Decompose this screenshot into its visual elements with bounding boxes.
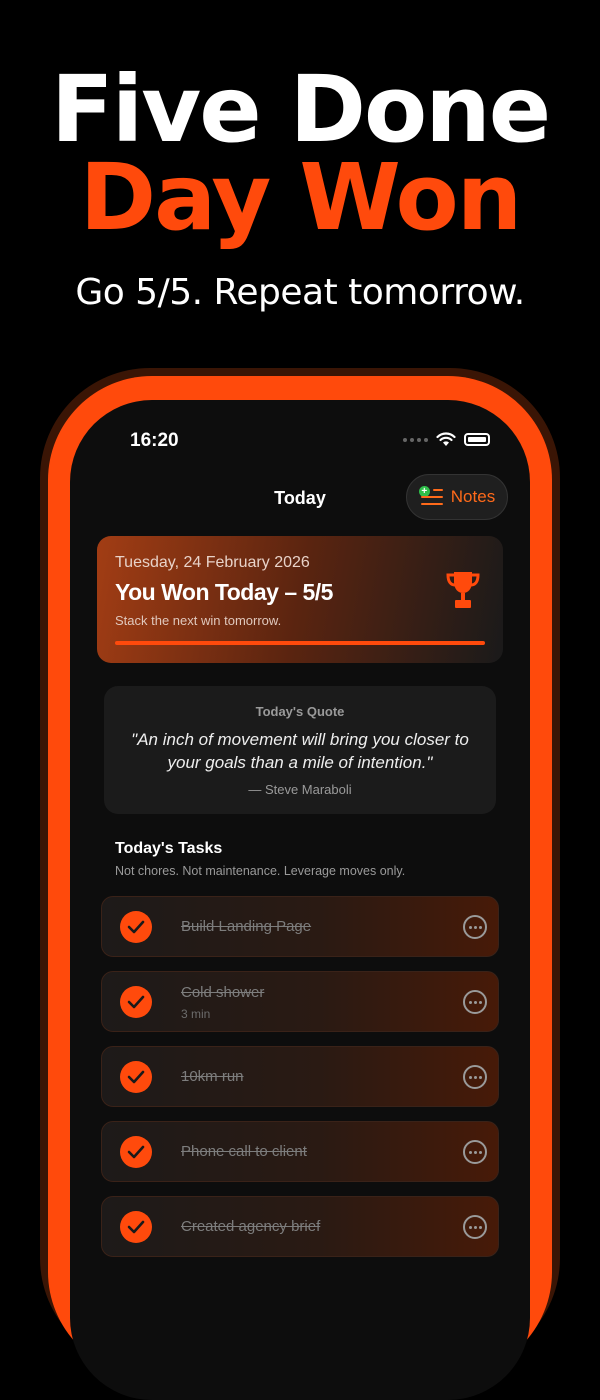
- signal-icon: [403, 437, 428, 442]
- notes-button[interactable]: + Notes: [406, 474, 508, 520]
- task-row[interactable]: Cold shower 3 min: [101, 971, 499, 1032]
- checkmark-icon[interactable]: [120, 1211, 152, 1243]
- task-name: Build Landing Page: [181, 918, 312, 935]
- more-options-icon[interactable]: [463, 915, 487, 939]
- task-duration: 3 min: [181, 1007, 211, 1021]
- trophy-icon: [446, 572, 480, 608]
- task-list: Build Landing Page Cold shower 3 min 10k…: [101, 896, 499, 1271]
- tasks-subtitle: Not chores. Not maintenance. Leverage mo…: [115, 864, 406, 878]
- notes-button-label: Notes: [450, 487, 496, 506]
- task-row[interactable]: 10km run: [101, 1046, 499, 1107]
- task-name: Phone call to client: [181, 1143, 307, 1160]
- quote-card: Today's Quote "An inch of movement will …: [104, 686, 496, 814]
- win-subtitle: Stack the next win tomorrow.: [115, 613, 282, 628]
- win-date: Tuesday, 24 February 2026: [115, 554, 310, 571]
- more-options-icon[interactable]: [463, 990, 487, 1014]
- phone-screen: 16:20 Today + Notes Tuesday, 24 February…: [70, 400, 530, 1400]
- more-options-icon[interactable]: [463, 1215, 487, 1239]
- status-icons: [403, 432, 490, 447]
- quote-text: "An inch of movement will bring you clos…: [131, 730, 469, 772]
- task-name: Created agency brief: [181, 1218, 321, 1235]
- quote-author: — Steve Maraboli: [248, 782, 352, 797]
- task-name: Cold shower: [181, 984, 265, 1001]
- tagline: Go 5/5. Repeat tomorrow.: [75, 272, 525, 313]
- task-row[interactable]: Created agency brief: [101, 1196, 499, 1257]
- task-row[interactable]: Phone call to client: [101, 1121, 499, 1182]
- status-time: 16:20: [130, 430, 179, 451]
- notes-add-icon: +: [418, 486, 443, 508]
- win-title: You Won Today – 5/5: [115, 579, 333, 605]
- win-card: Tuesday, 24 February 2026 You Won Today …: [97, 536, 503, 663]
- task-name: 10km run: [181, 1068, 244, 1085]
- more-options-icon[interactable]: [463, 1065, 487, 1089]
- checkmark-icon[interactable]: [120, 1136, 152, 1168]
- task-row[interactable]: Build Landing Page: [101, 896, 499, 957]
- battery-icon: [464, 433, 490, 446]
- quote-label: Today's Quote: [255, 704, 345, 719]
- tasks-title: Today's Tasks: [115, 840, 223, 857]
- wifi-icon: [436, 432, 456, 446]
- checkmark-icon[interactable]: [120, 911, 152, 943]
- win-progress-bar: [115, 641, 485, 645]
- checkmark-icon[interactable]: [120, 1061, 152, 1093]
- checkmark-icon[interactable]: [120, 986, 152, 1018]
- headline-line-2: Day Won: [79, 144, 523, 251]
- more-options-icon[interactable]: [463, 1140, 487, 1164]
